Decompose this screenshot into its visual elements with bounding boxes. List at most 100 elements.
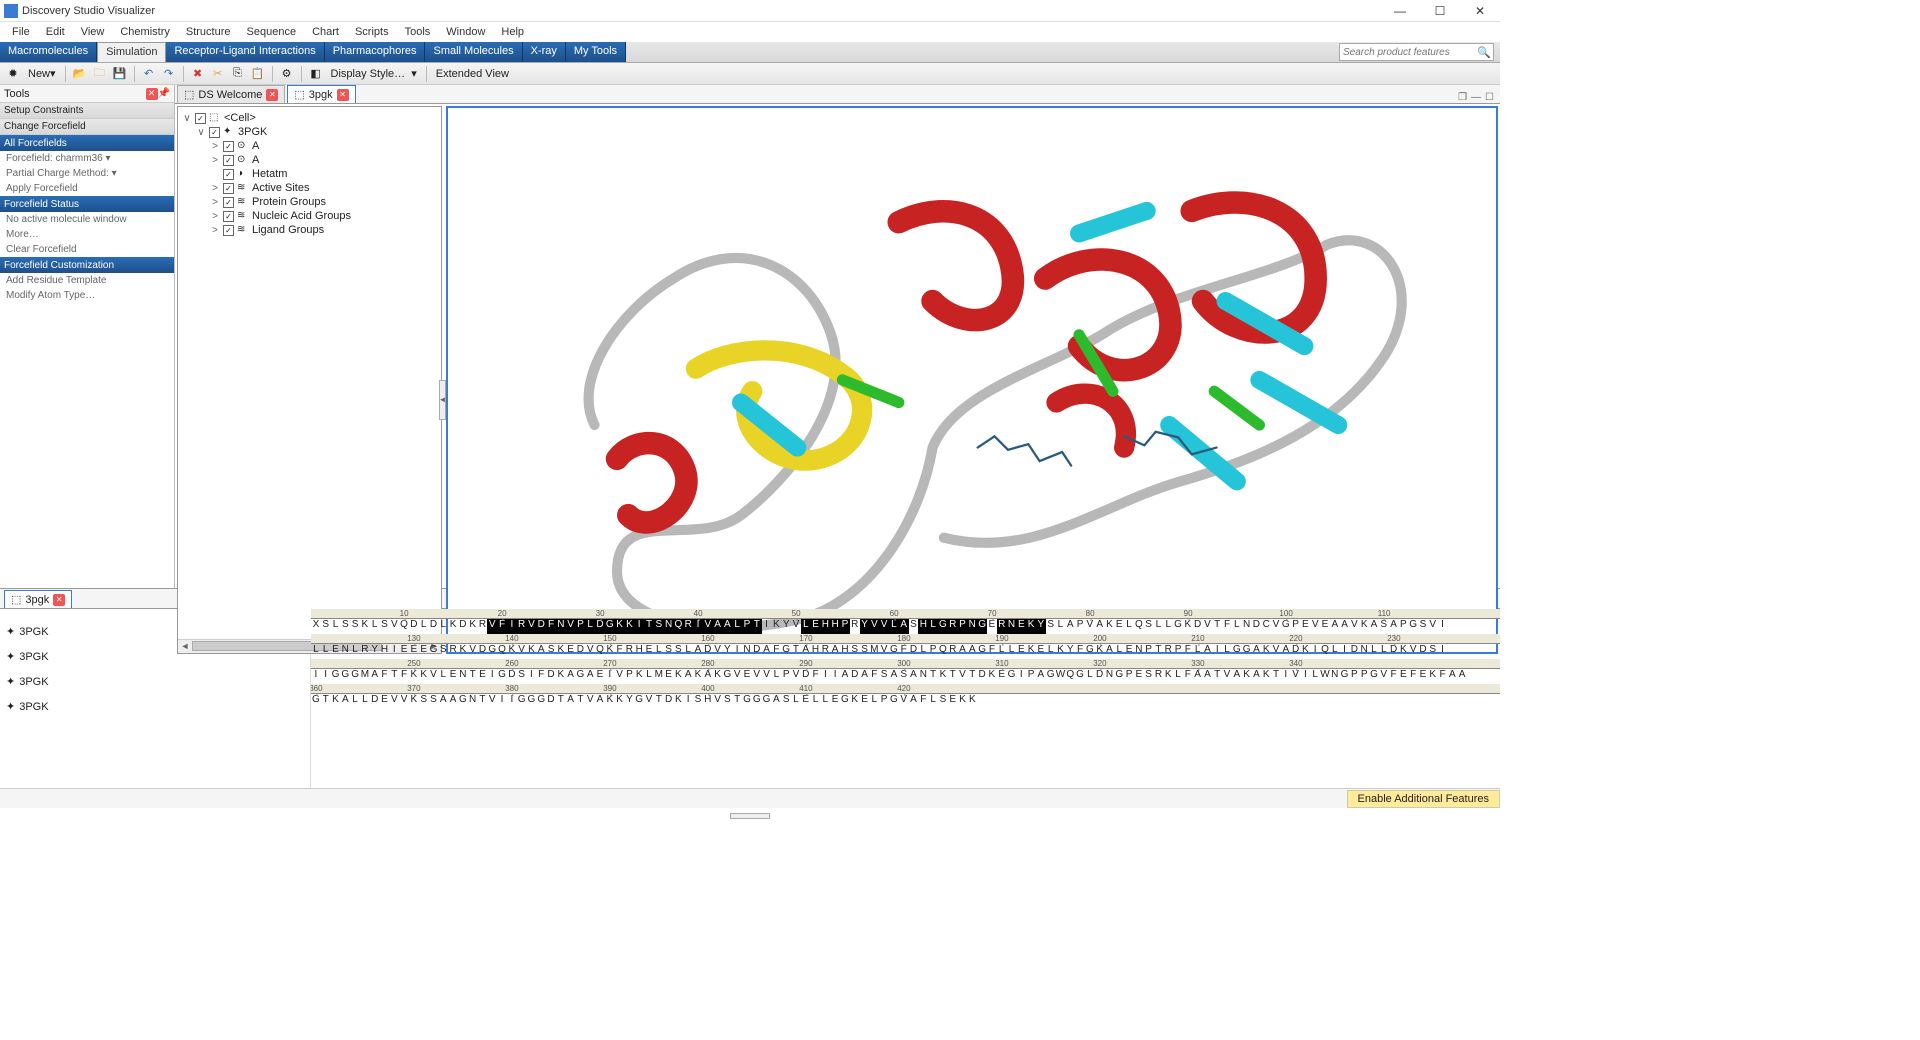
checkbox[interactable]: ✓ — [223, 169, 234, 180]
tree-node-ligand-groups[interactable]: >✓≋Ligand Groups — [182, 223, 437, 237]
category-tab-x-ray[interactable]: X-ray — [523, 42, 566, 62]
protein-ribbon[interactable] — [448, 108, 1496, 652]
checkbox[interactable]: ✓ — [223, 225, 234, 236]
expand-icon[interactable]: ∨ — [196, 127, 206, 138]
tree-node-active-sites[interactable]: >✓≋Active Sites — [182, 181, 437, 195]
checkbox[interactable]: ✓ — [223, 197, 234, 208]
menu-help[interactable]: Help — [493, 24, 532, 40]
tools-forcefield-charmm-[interactable]: Forcefield: charmm36 ▾ — [0, 151, 174, 166]
settings-icon[interactable]: ⚙ — [278, 65, 296, 83]
category-tab-my-tools[interactable]: My Tools — [566, 42, 626, 62]
maximize-button[interactable]: ☐ — [1420, 0, 1460, 22]
menu-window[interactable]: Window — [438, 24, 493, 40]
expand-icon[interactable]: > — [210, 141, 220, 152]
category-tab-simulation[interactable]: Simulation — [97, 42, 166, 62]
search-icon[interactable]: 🔍 — [1477, 46, 1491, 59]
sequence-row[interactable]: 360370380390400410420GTKALLDEVVKSSAAGNTV… — [311, 684, 1500, 709]
menu-edit[interactable]: Edit — [38, 24, 73, 40]
category-tab-pharmacophores[interactable]: Pharmacophores — [325, 42, 426, 62]
redo-icon[interactable]: ↷ — [160, 65, 178, 83]
doc-tab-close-icon[interactable]: ✕ — [337, 89, 349, 101]
menu-chemistry[interactable]: Chemistry — [112, 24, 178, 40]
expand-icon[interactable]: ∨ — [182, 113, 192, 124]
undo-icon[interactable]: ↶ — [140, 65, 158, 83]
cut-icon[interactable]: ✂ — [209, 65, 227, 83]
tools-panel-close-icon[interactable]: ✕ — [146, 88, 158, 100]
tree-node-protein-groups[interactable]: >✓≋Protein Groups — [182, 195, 437, 209]
expand-icon[interactable]: > — [210, 211, 220, 222]
display-style-menu[interactable]: Display Style… ▾ — [327, 67, 421, 80]
document-tab-ds-welcome[interactable]: ⬚DS Welcome✕ — [177, 85, 285, 103]
paste-icon[interactable]: 📋 — [249, 65, 267, 83]
pin-icon[interactable]: 📌 — [158, 88, 170, 99]
sequence-row[interactable]: 102030405060708090100110XSLSSKLSVQDLDLKD… — [311, 609, 1500, 634]
open-icon[interactable]: 📂 — [71, 65, 89, 83]
checkbox[interactable]: ✓ — [223, 155, 234, 166]
enable-features-button[interactable]: Enable Additional Features — [1347, 790, 1500, 808]
expand-icon[interactable]: > — [210, 155, 220, 166]
new-molecule-icon[interactable]: ✹ — [4, 65, 22, 83]
menu-scripts[interactable]: Scripts — [347, 24, 397, 40]
menu-structure[interactable]: Structure — [178, 24, 239, 40]
menu-chart[interactable]: Chart — [304, 24, 347, 40]
menu-tools[interactable]: Tools — [397, 24, 439, 40]
expand-icon[interactable]: > — [210, 197, 220, 208]
hierarchy-tree[interactable]: ∨✓⬚<Cell>∨✓✦3PGK>✓⊙A>✓⊙A✓◑Hetatm>✓≋Activ… — [177, 106, 442, 654]
sequence-row[interactable]: 250260270280290300310320330340IIGGGMAFTF… — [311, 659, 1500, 684]
new-button[interactable]: New ▾ — [24, 67, 60, 80]
collapse-handle-bottom[interactable] — [730, 813, 770, 819]
restore-window-icon[interactable]: ❐ — [1458, 92, 1467, 103]
category-tab-macromolecules[interactable]: Macromolecules — [0, 42, 97, 62]
category-tab-small-molecules[interactable]: Small Molecules — [425, 42, 522, 62]
menu-file[interactable]: File — [4, 24, 38, 40]
tools-clear-forcefield[interactable]: Clear Forcefield — [0, 242, 174, 257]
folder-icon[interactable]: 🗀 — [91, 65, 109, 83]
search-input[interactable] — [1343, 47, 1477, 58]
tree-node--cell-[interactable]: ∨✓⬚<Cell> — [182, 111, 437, 125]
tools-modify-atom-type-[interactable]: Modify Atom Type… — [0, 288, 174, 303]
document-tab-3pgk[interactable]: ⬚3pgk✕ — [287, 85, 355, 103]
tools-forcefield-customization[interactable]: Forcefield Customization — [0, 257, 174, 273]
3d-viewport[interactable]: ◄ — [446, 106, 1498, 654]
sequence-row[interactable]: 130140150160170180190200210220230LLENLRY… — [311, 634, 1500, 659]
menu-view[interactable]: View — [73, 24, 113, 40]
copy-icon[interactable]: ⎘ — [229, 65, 247, 83]
collapse-handle-left[interactable]: ◄ — [439, 380, 446, 420]
checkbox[interactable]: ✓ — [209, 127, 220, 138]
close-button[interactable]: ✕ — [1460, 0, 1500, 22]
doc-tab-close-icon[interactable]: ✕ — [266, 89, 278, 101]
category-tab-receptor-ligand-interactions[interactable]: Receptor-Ligand Interactions — [166, 42, 324, 62]
expand-icon[interactable]: > — [210, 225, 220, 236]
tools-change-forcefield[interactable]: Change Forcefield — [0, 119, 174, 135]
minimize-button[interactable]: — — [1380, 0, 1420, 22]
tools-more-[interactable]: More… — [0, 227, 174, 242]
feature-search[interactable]: 🔍 — [1339, 43, 1494, 61]
tools-all-forcefields[interactable]: All Forcefields — [0, 135, 174, 151]
tools-add-residue-template[interactable]: Add Residue Template — [0, 273, 174, 288]
tree-node-a[interactable]: >✓⊙A — [182, 153, 437, 167]
tools-setup-constraints[interactable]: Setup Constraints — [0, 103, 174, 119]
close-window-icon[interactable]: ☐ — [1485, 92, 1494, 103]
minimize-window-icon[interactable]: — — [1471, 92, 1481, 103]
checkbox[interactable]: ✓ — [223, 141, 234, 152]
checkbox[interactable]: ✓ — [223, 183, 234, 194]
delete-icon[interactable]: ✖ — [189, 65, 207, 83]
sequence-tab-close-icon[interactable]: ✕ — [53, 594, 65, 606]
scroll-left-icon[interactable]: ◄ — [178, 641, 192, 651]
checkbox[interactable]: ✓ — [195, 113, 206, 124]
tree-node-a[interactable]: >✓⊙A — [182, 139, 437, 153]
menu-sequence[interactable]: Sequence — [239, 24, 305, 40]
tools-apply-forcefield[interactable]: Apply Forcefield — [0, 181, 174, 196]
save-icon[interactable]: 💾 — [111, 65, 129, 83]
tree-node-hetatm[interactable]: ✓◑Hetatm — [182, 167, 437, 181]
tree-node-3pgk[interactable]: ∨✓✦3PGK — [182, 125, 437, 139]
display-style-icon[interactable]: ◧ — [307, 65, 325, 83]
tools-partial-charge-method-[interactable]: Partial Charge Method: ▾ — [0, 166, 174, 181]
tree-node-nucleic-acid-groups[interactable]: >✓≋Nucleic Acid Groups — [182, 209, 437, 223]
tools-forcefield-status[interactable]: Forcefield Status — [0, 196, 174, 212]
expand-icon[interactable]: > — [210, 183, 220, 194]
sequence-tab[interactable]: ⬚ 3pgk ✕ — [4, 590, 72, 608]
tools-no-active-molecule-window[interactable]: No active molecule window — [0, 212, 174, 227]
checkbox[interactable]: ✓ — [223, 211, 234, 222]
sequence-viewer[interactable]: 102030405060708090100110XSLSSKLSVQDLDLKD… — [310, 609, 1500, 788]
